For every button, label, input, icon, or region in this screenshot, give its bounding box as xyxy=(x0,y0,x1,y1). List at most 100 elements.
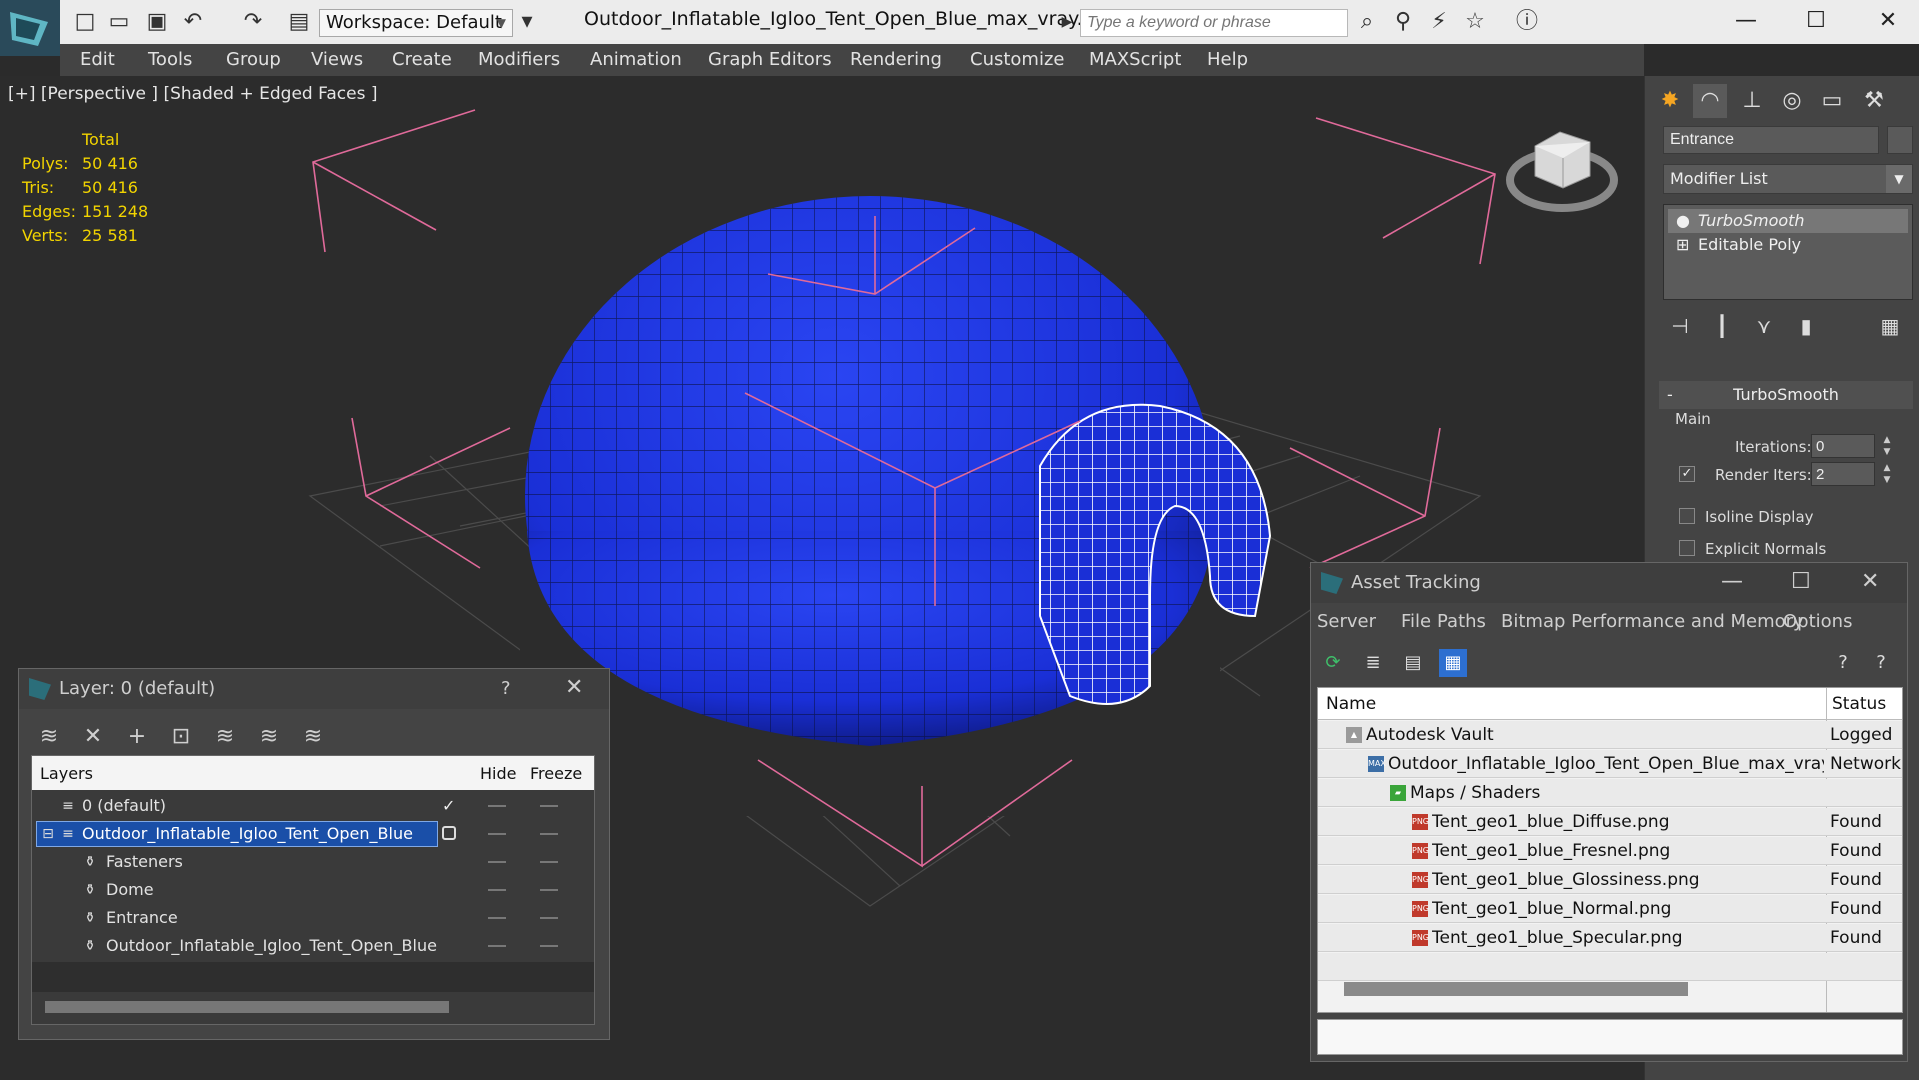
new-file-icon[interactable]: □ xyxy=(72,10,98,34)
add-to-layer-icon[interactable]: + xyxy=(121,721,153,753)
table-view-icon[interactable]: ▦ xyxy=(1439,649,1467,677)
menu-create[interactable]: Create xyxy=(392,49,452,70)
asset-row[interactable]: MAX Outdoor_Inflatable_Igloo_Tent_Open_Bl… xyxy=(1318,750,1902,778)
set-current-icon[interactable] xyxy=(442,826,456,840)
freeze-toggle[interactable] xyxy=(540,805,558,807)
asset-row[interactable]: PNG Tent_geo1_blue_Glossiness.png Found xyxy=(1318,866,1902,894)
subscription-icon[interactable]: ⚡ xyxy=(1426,10,1452,34)
asset-row[interactable]: PNG Tent_geo1_blue_Diffuse.png Found xyxy=(1318,808,1902,836)
hierarchy-tab-icon[interactable]: ⊥ xyxy=(1735,84,1769,118)
select-objects-icon[interactable]: ⊡ xyxy=(165,721,197,753)
context-help-icon[interactable]: ? xyxy=(1867,649,1895,677)
freeze-toggle[interactable] xyxy=(540,889,558,891)
layer-row-default[interactable]: ≡ 0 (default) ✓ xyxy=(32,792,594,820)
help-icon[interactable]: ⓘ xyxy=(1514,10,1540,34)
layer-row-object[interactable]: ⚱ Dome xyxy=(32,876,594,904)
open-file-icon[interactable]: ▭ xyxy=(106,10,132,34)
menu-tools[interactable]: Tools xyxy=(148,49,192,70)
dialog-title-bar[interactable]: Layer: 0 (default) ? ✕ xyxy=(19,669,609,709)
hide-toggle[interactable] xyxy=(488,833,506,835)
undo-icon[interactable]: ↶ xyxy=(180,10,206,34)
col-hide[interactable]: Hide xyxy=(480,764,516,783)
help-icon[interactable]: ? xyxy=(1829,649,1857,677)
col-freeze[interactable]: Freeze xyxy=(530,764,582,783)
horizontal-scrollbar[interactable] xyxy=(45,1001,449,1013)
save-icon[interactable]: ▣ xyxy=(144,10,170,34)
close-icon[interactable]: ✕ xyxy=(565,675,583,700)
iterations-spinner[interactable] xyxy=(1811,434,1875,458)
expand-search-icon[interactable]: ▶ xyxy=(1054,10,1080,34)
stack-item-turbosmooth[interactable]: ● TurboSmooth xyxy=(1668,209,1908,233)
display-tab-icon[interactable]: ▭ xyxy=(1815,84,1849,118)
viewport-label[interactable]: [+] [Perspective ] [Shaded + Edged Faces… xyxy=(8,84,377,104)
remove-modifier-icon[interactable]: ▮ xyxy=(1791,314,1821,340)
menu-customize[interactable]: Customize xyxy=(970,49,1064,70)
layer-row-object[interactable]: ⚱ Outdoor_Inflatable_Igloo_Tent_Open_Blu… xyxy=(32,932,594,960)
hide-toggle[interactable] xyxy=(488,945,506,947)
help-button[interactable]: ? xyxy=(501,678,511,699)
menu-server[interactable]: Server xyxy=(1317,611,1376,632)
spinner-arrows-icon[interactable]: ▲ ▼ xyxy=(1881,462,1893,486)
key-icon[interactable]: ⚲ xyxy=(1390,10,1416,34)
maximize-button[interactable]: ☐ xyxy=(1796,6,1836,36)
object-color-swatch[interactable] xyxy=(1887,126,1913,154)
create-tab-icon[interactable]: ✸ xyxy=(1653,84,1687,118)
dialog-title-bar[interactable]: Asset Tracking — ☐ ✕ xyxy=(1311,563,1907,603)
render-iters-spinner[interactable] xyxy=(1811,462,1875,486)
isoline-checkbox[interactable] xyxy=(1679,508,1695,524)
menu-group[interactable]: Group xyxy=(226,49,281,70)
asset-row[interactable]: ▰ Maps / Shaders xyxy=(1318,779,1902,807)
layer-row-object[interactable]: ⚱ Fasteners xyxy=(32,848,594,876)
close-icon[interactable]: ✕ xyxy=(1861,569,1879,594)
redo-icon[interactable]: ↷ xyxy=(240,10,266,34)
maximize-icon[interactable]: ☐ xyxy=(1791,569,1811,594)
hide-toggle[interactable] xyxy=(488,889,506,891)
modify-tab-icon[interactable]: ◠ xyxy=(1693,84,1727,118)
pin-stack-icon[interactable]: ⊣ xyxy=(1665,314,1695,340)
refresh-icon[interactable]: ⟳ xyxy=(1319,649,1347,677)
utilities-tab-icon[interactable]: ⚒ xyxy=(1857,84,1891,118)
col-layers[interactable]: Layers xyxy=(40,764,93,783)
current-layer-check-icon[interactable]: ✓ xyxy=(442,792,455,820)
new-layer-icon[interactable]: ≋ xyxy=(33,721,65,753)
viewcube[interactable] xyxy=(1506,131,1618,212)
asset-row[interactable]: PNG Tent_geo1_blue_Fresnel.png Found xyxy=(1318,837,1902,865)
highlight-layer-icon[interactable]: ≋ xyxy=(209,721,241,753)
layer-row-object[interactable]: ⚱ Entrance xyxy=(32,904,594,932)
layer-row-igloo[interactable]: ⊟ ≡ Outdoor_Inflatable_Igloo_Tent_Open_B… xyxy=(32,820,594,848)
motion-tab-icon[interactable]: ◎ xyxy=(1775,84,1809,118)
menu-graph-editors[interactable]: Graph Editors xyxy=(708,49,832,70)
close-button[interactable]: ✕ xyxy=(1868,6,1908,36)
search-input[interactable] xyxy=(1080,9,1348,37)
binoculars-icon[interactable]: ⌕ xyxy=(1354,10,1380,34)
hide-toggle[interactable] xyxy=(488,917,506,919)
collapse-icon[interactable]: ⊟ xyxy=(40,826,56,842)
asset-row[interactable]: ▲ Autodesk Vault Logged xyxy=(1318,721,1902,749)
menu-edit[interactable]: Edit xyxy=(80,49,115,70)
workspace-menu-icon[interactable]: ▾ xyxy=(514,10,540,34)
menu-animation[interactable]: Animation xyxy=(590,49,682,70)
col-name[interactable]: Name xyxy=(1326,694,1376,714)
minimize-icon[interactable]: — xyxy=(1721,569,1743,594)
render-iters-checkbox[interactable]: ✓ xyxy=(1679,466,1695,482)
hide-toggle[interactable] xyxy=(488,805,506,807)
expand-plus-icon[interactable]: ⊞ xyxy=(1676,233,1689,257)
object-name-field[interactable] xyxy=(1663,126,1879,154)
minimize-button[interactable]: — xyxy=(1726,6,1766,36)
hide-toggle[interactable] xyxy=(488,861,506,863)
configure-modifier-sets-icon[interactable]: ▦ xyxy=(1875,314,1905,340)
project-folder-icon[interactable]: ▤ xyxy=(286,10,312,34)
asset-row[interactable]: PNG Tent_geo1_blue_Normal.png Found xyxy=(1318,895,1902,923)
favorites-star-icon[interactable]: ☆ xyxy=(1462,10,1488,34)
spinner-arrows-icon[interactable]: ▲ ▼ xyxy=(1881,434,1893,458)
freeze-toggle[interactable] xyxy=(540,917,558,919)
menu-paths[interactable]: Paths xyxy=(1437,611,1486,632)
freeze-all-icon[interactable]: ≋ xyxy=(297,721,329,753)
explicit-normals-checkbox[interactable] xyxy=(1679,540,1695,556)
modifier-list-dropdown[interactable]: Modifier List ▼ xyxy=(1663,164,1913,194)
horizontal-scrollbar[interactable] xyxy=(1344,982,1688,996)
app-menu-button[interactable] xyxy=(0,0,60,56)
menu-modifiers[interactable]: Modifiers xyxy=(478,49,560,70)
tree-view-icon[interactable]: ▤ xyxy=(1399,649,1427,677)
stack-item-editable-poly[interactable]: ⊞ Editable Poly xyxy=(1668,233,1908,257)
